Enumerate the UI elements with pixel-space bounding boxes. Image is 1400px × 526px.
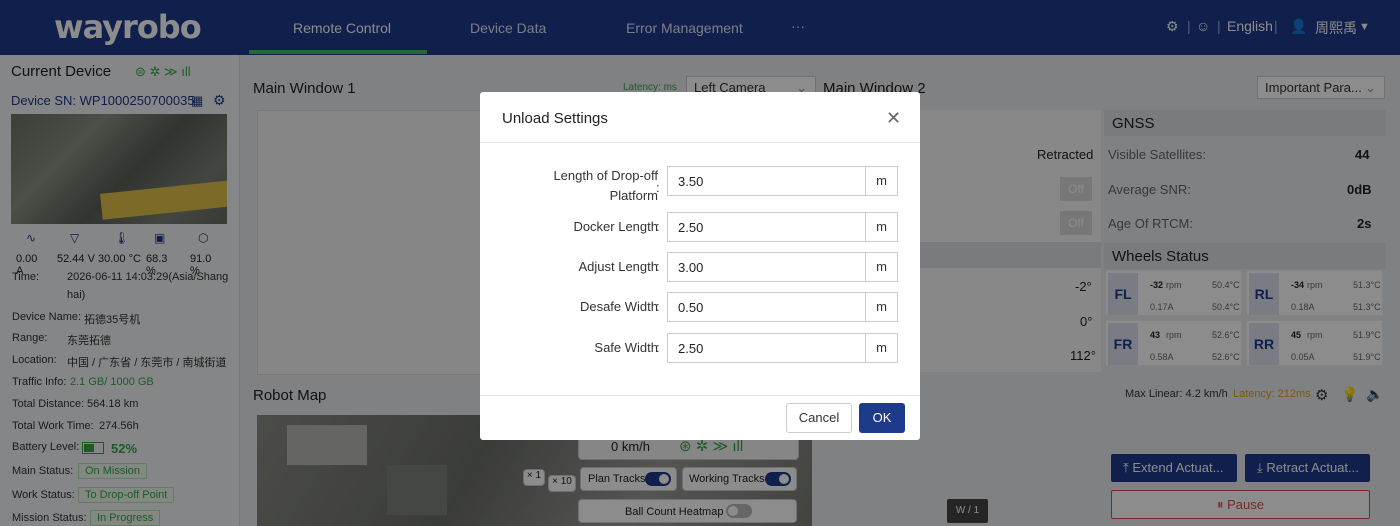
adjust-length-label: Adjust Length [578, 259, 658, 274]
unit-m: m [865, 333, 898, 363]
docker-length-label: Docker Length [573, 219, 658, 234]
close-icon[interactable]: ✕ [886, 108, 901, 129]
adjust-length-input[interactable] [667, 252, 866, 282]
dialog-title: Unload Settings [502, 110, 608, 127]
safe-width-label: Safe Width [594, 340, 658, 355]
unit-m: m [865, 212, 898, 242]
drop-off-length-input[interactable] [667, 166, 866, 196]
unit-m: m [865, 252, 898, 282]
unit-m: m [865, 292, 898, 322]
desafe-width-input[interactable] [667, 292, 866, 322]
cancel-button[interactable]: Cancel [786, 403, 852, 433]
desafe-width-label: Desafe Width [579, 299, 658, 314]
unit-m: m [865, 166, 898, 196]
unload-settings-dialog: Unload Settings ✕ Length of Drop-off Plat… [480, 92, 920, 440]
drop-off-length-label: Length of Drop-off Platform [553, 168, 658, 203]
ok-button[interactable]: OK [859, 403, 905, 433]
docker-length-input[interactable] [667, 212, 866, 242]
safe-width-input[interactable] [667, 333, 866, 363]
